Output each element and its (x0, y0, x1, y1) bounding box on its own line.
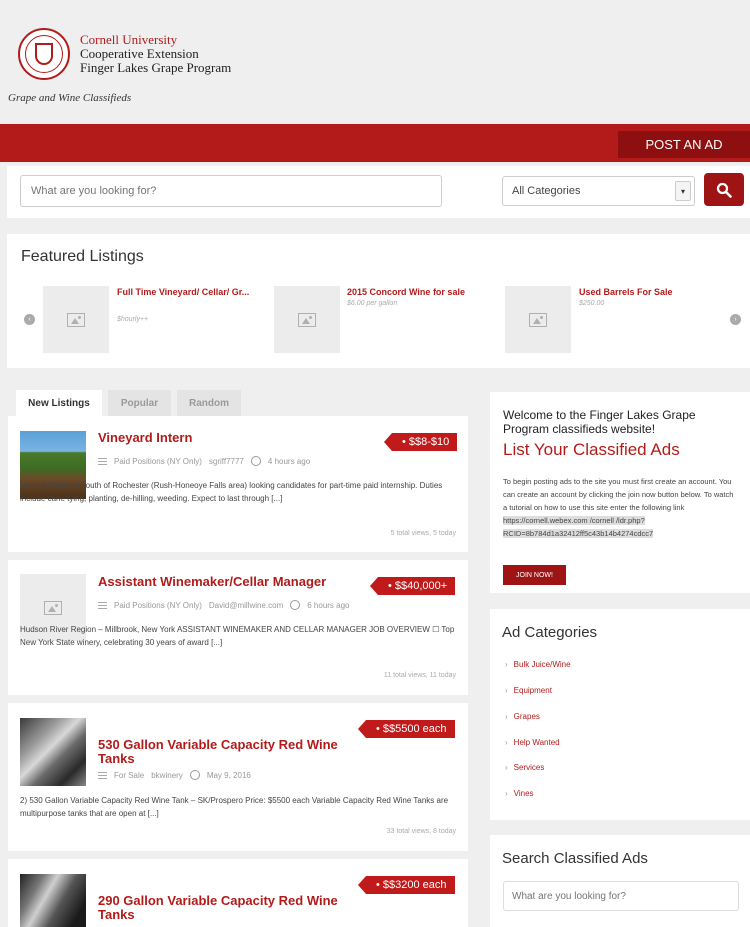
featured-thumb-3[interactable] (505, 286, 571, 353)
listing-time: 6 hours ago (307, 600, 350, 610)
image-placeholder-icon (298, 312, 316, 327)
listing-category[interactable]: Paid Positions (NY Only) (114, 457, 202, 466)
listing-time: 4 hours ago (267, 456, 311, 466)
price-tag: • $$40,000+ (369, 577, 456, 595)
featured-item-price: $6.00 per gallon (347, 300, 398, 307)
post-ad-button[interactable]: POST AN AD (618, 131, 750, 158)
welcome-heading: List Your Classified Ads (503, 440, 680, 459)
arrow-left-icon[interactable]: ‹ (24, 314, 35, 325)
category-link[interactable]: › Grapes (505, 712, 540, 721)
listing-author[interactable]: David@millwine.com (209, 601, 283, 610)
category-label: Vines (513, 789, 534, 798)
chevron-right-icon: › (505, 660, 508, 669)
listing-thumbnail[interactable] (20, 718, 86, 786)
chevron-right-icon: › (505, 738, 508, 747)
category-link[interactable]: › Help Wanted (505, 738, 560, 747)
arrow-right-icon[interactable]: › (730, 314, 741, 325)
org-line-2: Cooperative Extension (80, 46, 199, 61)
category-icon (98, 601, 107, 609)
category-label: Bulk Juice/Wine (513, 660, 571, 669)
org-line-3: Finger Lakes Grape Program (80, 60, 232, 75)
listing-meta: Paid Positions (NY Only) David@millwine.… (98, 600, 350, 610)
org-line-1: Cornell University (80, 32, 178, 47)
sidebar-search-input[interactable] (503, 881, 739, 911)
tab-random[interactable]: Random (177, 390, 241, 416)
join-now-button[interactable]: JOIN NOW! (503, 565, 566, 585)
image-placeholder-icon (529, 312, 547, 327)
listing-author[interactable]: bkwinery (151, 771, 183, 780)
welcome-text: Welcome to the Finger Lakes Grape Progra… (503, 408, 696, 436)
listing-title[interactable]: 290 Gallon Variable Capacity Red Wine Ta… (98, 894, 358, 922)
image-placeholder-icon (44, 600, 62, 615)
listing-excerpt: 2) 530 Gallon Variable Capacity Red Wine… (20, 796, 449, 818)
clock-icon (250, 456, 261, 466)
price-tag: • $$8-$10 (383, 433, 458, 451)
tutorial-link[interactable]: https://cornell.webex.com /cornell /ldr.… (503, 516, 654, 538)
search-ads-heading: Search Classified Ads (502, 850, 648, 867)
listing-meta: Paid Positions (NY Only) sgriff7777 4 ho… (98, 456, 310, 466)
price-tag: • $$3200 each (358, 876, 455, 894)
site-tagline: Grape and Wine Classifieds (8, 92, 132, 104)
listing-title[interactable]: Vineyard Intern (98, 431, 192, 445)
price-tag: • $$5500 each (358, 720, 455, 738)
welcome-body-text: To begin posting ads to the site you mus… (503, 477, 734, 512)
category-link[interactable]: › Vines (505, 789, 534, 798)
featured-thumb-2[interactable] (274, 286, 340, 353)
listing-time: May 9, 2016 (206, 770, 251, 780)
listing-thumbnail[interactable] (20, 874, 86, 927)
featured-item-title[interactable]: 2015 Concord Wine for sale (347, 287, 487, 298)
listing-views: 5 total views, 5 today (390, 530, 456, 537)
listing-category[interactable]: Paid Positions (NY Only) (114, 601, 202, 610)
category-label: Equipment (513, 686, 552, 695)
search-input[interactable] (20, 175, 442, 207)
tab-new-listings[interactable]: New Listings (16, 390, 102, 416)
listing-title[interactable]: Assistant Winemaker/Cellar Manager (98, 575, 326, 589)
listing-views: 33 total views, 8 today (386, 828, 456, 835)
category-label: Services (513, 763, 545, 772)
category-label: Help Wanted (513, 738, 560, 747)
clock-icon (189, 770, 200, 780)
featured-item-title[interactable]: Full Time Vineyard/ Cellar/ Gr... (117, 287, 257, 298)
welcome-body: To begin posting ads to the site you mus… (503, 475, 739, 540)
search-icon (716, 182, 732, 198)
org-name[interactable]: Cornell University Cooperative Extension… (80, 33, 231, 75)
listing-meta: For Sale bkwinery May 9, 2016 (98, 770, 251, 780)
category-label: Grapes (513, 712, 540, 721)
category-select[interactable]: All Categories (502, 176, 695, 206)
featured-thumb-1[interactable] (43, 286, 109, 353)
listing-excerpt: Upstart Vineyard south of Rochester (Rus… (20, 481, 443, 503)
featured-title: Featured Listings (21, 248, 144, 265)
category-link[interactable]: › Equipment (505, 686, 552, 695)
image-placeholder-icon (67, 312, 85, 327)
chevron-right-icon: › (505, 712, 508, 721)
clock-icon (290, 600, 301, 610)
featured-item-price: $hourly++ (117, 316, 149, 323)
chevron-right-icon: › (505, 789, 508, 798)
listing-author[interactable]: sgriff7777 (209, 457, 244, 466)
category-link[interactable]: › Services (505, 763, 544, 772)
listing-views: 11 total views, 11 today (383, 672, 456, 679)
listing-category[interactable]: For Sale (114, 771, 144, 780)
featured-item-title[interactable]: Used Barrels For Sale (579, 287, 719, 298)
chevron-down-icon[interactable]: ▾ (675, 181, 691, 201)
listing-title[interactable]: 530 Gallon Variable Capacity Red Wine Ta… (98, 738, 358, 766)
chevron-right-icon: › (505, 686, 508, 695)
category-icon (98, 457, 107, 465)
listing-excerpt: Hudson River Region – Millbrook, New Yor… (20, 625, 455, 647)
tab-popular[interactable]: Popular (108, 390, 171, 416)
category-link[interactable]: › Bulk Juice/Wine (505, 660, 571, 669)
search-button[interactable] (704, 173, 744, 206)
cornell-seal-icon[interactable] (18, 28, 70, 80)
chevron-right-icon: › (505, 763, 508, 772)
featured-item-price: $250.00 (579, 300, 605, 307)
ad-categories-heading: Ad Categories (502, 624, 598, 641)
category-icon (98, 771, 107, 779)
